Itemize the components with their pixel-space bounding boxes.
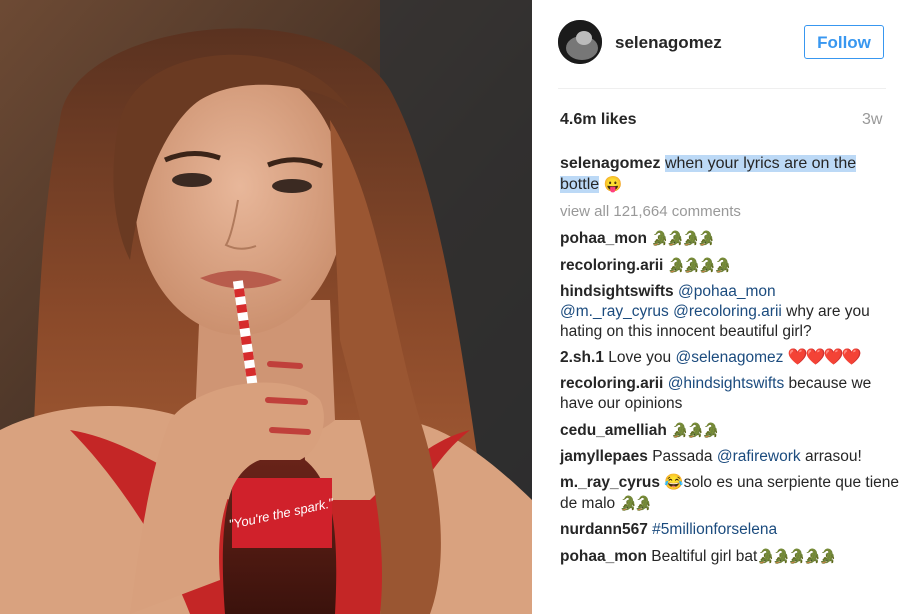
crocodile-emoji-icon: 🐊🐊🐊🐊 [667, 257, 732, 273]
comment-item: pohaa_mon 🐊🐊🐊🐊 [560, 228, 900, 249]
follow-button[interactable]: Follow [804, 25, 884, 59]
comment-mention[interactable]: @hindsightswifts [668, 375, 785, 392]
crocodile-emoji-icon: 🐊🐊 [619, 495, 652, 511]
avatar[interactable] [558, 20, 602, 64]
laughing-emoji-icon: 😂 [664, 474, 684, 491]
comment-mention[interactable]: @m._ray_cyrus [560, 303, 669, 320]
post-caption: selenagomez when your lyrics are on the … [560, 153, 880, 195]
heart-emoji-icon: ❤️❤️❤️❤️ [787, 349, 862, 366]
likes-count[interactable]: 4.6m likes [560, 111, 637, 129]
comment-item: nurdann567 #5millionforselena [560, 520, 900, 540]
view-all-comments-link[interactable]: view all 121,664 comments [560, 203, 741, 220]
comment-item: m._ray_cyrus 😂solo es una serpiente que … [560, 473, 900, 514]
comment-username[interactable]: recoloring.arii [560, 375, 663, 392]
header-divider [558, 88, 886, 89]
comment-item: recoloring.arii @hindsightswifts because… [560, 374, 900, 414]
comment-list: pohaa_mon 🐊🐊🐊🐊 recoloring.arii 🐊🐊🐊🐊 hind… [560, 228, 900, 573]
comment-item: pohaa_mon Bealtiful girl bat🐊🐊🐊🐊🐊 [560, 546, 900, 567]
tongue-face-emoji-icon: 😛 [603, 176, 623, 193]
crocodile-emoji-icon: 🐊🐊🐊🐊 [651, 230, 715, 246]
comment-mention[interactable]: @pohaa_mon [678, 283, 776, 300]
comment-item: recoloring.arii 🐊🐊🐊🐊 [560, 255, 900, 276]
crocodile-emoji-icon: 🐊🐊🐊🐊🐊 [757, 548, 836, 564]
comment-text: Love you [608, 349, 672, 366]
post-panel: selenagomez Follow 4.6m likes 3w selenag… [532, 0, 910, 614]
comment-text: arrasou! [804, 448, 862, 465]
comment-mention[interactable]: @rafirework [717, 448, 801, 465]
comment-username[interactable]: jamyllepaes [560, 448, 648, 465]
comment-username[interactable]: pohaa_mon [560, 548, 647, 565]
comment-item: jamyllepaes Passada @rafirework arrasou! [560, 447, 900, 467]
username-link[interactable]: selenagomez [615, 33, 722, 53]
post-photo[interactable]: "You're the spark." [0, 0, 532, 614]
comment-text: Bealtiful girl bat [651, 548, 758, 565]
comment-username[interactable]: recoloring.arii [560, 257, 663, 274]
comment-item: hindsightswifts @pohaa_mon @m._ray_cyrus… [560, 282, 900, 342]
comment-item: 2.sh.1 Love you @selenagomez ❤️❤️❤️❤️ [560, 348, 900, 368]
comment-hashtag[interactable]: #5millionforselena [652, 521, 777, 538]
comment-username[interactable]: nurdann567 [560, 521, 648, 538]
comment-username[interactable]: cedu_amelliah [560, 422, 667, 439]
post-timestamp[interactable]: 3w [862, 111, 882, 129]
caption-username[interactable]: selenagomez [560, 155, 660, 172]
comment-username[interactable]: pohaa_mon [560, 230, 647, 247]
comment-username[interactable]: hindsightswifts [560, 283, 674, 300]
comment-text: Passada [652, 448, 713, 465]
post-header: selenagomez Follow [558, 20, 896, 68]
comment-mention[interactable]: @selenagomez [676, 349, 784, 366]
comment-username[interactable]: 2.sh.1 [560, 349, 604, 366]
crocodile-emoji-icon: 🐊🐊🐊 [671, 422, 719, 438]
comment-item: cedu_amelliah 🐊🐊🐊 [560, 420, 900, 441]
comment-username[interactable]: m._ray_cyrus [560, 474, 660, 491]
comment-mention[interactable]: @recoloring.arii [673, 303, 782, 320]
